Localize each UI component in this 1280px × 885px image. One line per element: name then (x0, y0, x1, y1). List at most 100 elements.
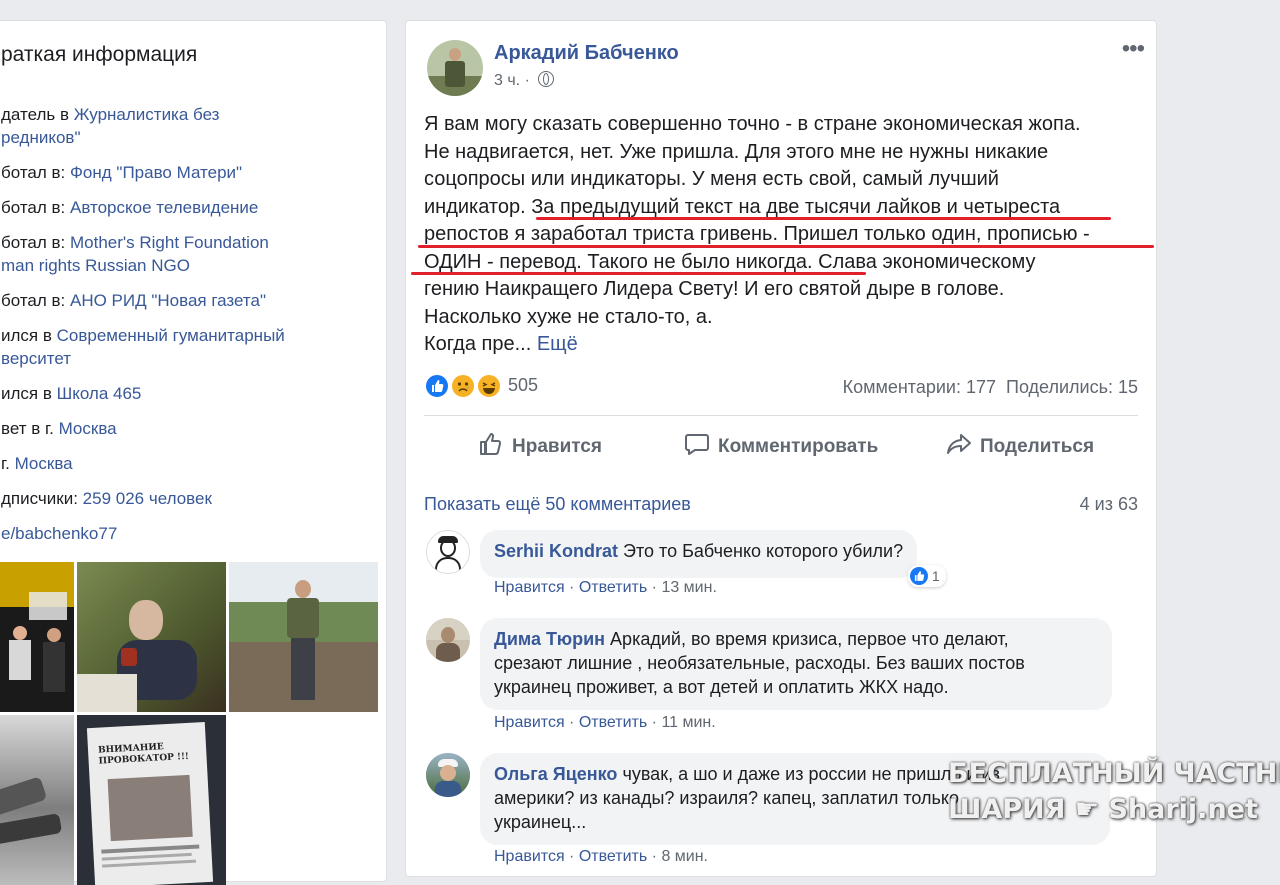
commenter-avatar[interactable] (426, 530, 470, 574)
comment-time[interactable]: 13 мин. (661, 579, 716, 596)
photo-painting-cloth (77, 674, 137, 712)
post-text-line: Насколько хуже не стало-то, а. (424, 305, 713, 328)
intro-row-label: датель в (1, 105, 74, 124)
shares-count-link[interactable]: Поделились: 15 (1006, 377, 1138, 397)
intro-row-study-2: ился в Школа 465 (1, 382, 141, 405)
comments-count-link[interactable]: Комментарии: 177 (843, 377, 996, 397)
more-options-icon[interactable]: ••• (1122, 35, 1145, 63)
comment-actions: Нравится · Ответить · 13 мин. (494, 579, 717, 597)
post-text-line: Не надвигается, нет. Уже пришла. Для это… (424, 140, 1049, 163)
comment-time[interactable]: 8 мин. (661, 848, 708, 865)
intro-link-journalism[interactable]: Журналистика без (74, 105, 220, 124)
comment-like-link[interactable]: Нравится (494, 579, 565, 596)
comment-button[interactable]: Комментировать (684, 431, 878, 458)
avatar-head (441, 627, 455, 643)
comment-like-link[interactable]: Нравится (494, 714, 565, 731)
comment-text: Аркадий, во время кризиса, первое что де… (605, 629, 1009, 649)
show-more-comments-link[interactable]: Показать ещё 50 комментариев (424, 494, 691, 515)
post-text: Я вам могу сказать совершенно точно - в … (424, 111, 1144, 359)
intro-link-journalism-cont[interactable]: редников" (1, 128, 81, 147)
post-truncated-text: Когда пре... (424, 333, 537, 355)
intro-row-founder: датель в Журналистика без редников" (1, 103, 219, 149)
post-card: Аркадий Бабченко 3 ч. · ••• Я вам могу с… (405, 20, 1157, 482)
avatar-body (435, 781, 461, 797)
intro-link-hometown[interactable]: Москва (15, 454, 73, 473)
commenter-name[interactable]: Serhii Kondrat (494, 541, 618, 561)
commenter-avatar[interactable] (426, 753, 470, 797)
intro-link-author-tv[interactable]: Авторское телевидение (70, 198, 258, 217)
intro-row-work-3: ботал в: Mother's Right Foundation man r… (1, 231, 269, 277)
comment-button-label: Комментировать (718, 436, 879, 457)
avatar-sketch-body (435, 557, 461, 573)
photo-thumbnail-1[interactable] (0, 562, 74, 712)
photo-thumbnail-5[interactable]: ВНИМАНИЕ ПРОВОКАТОР !!! (77, 715, 226, 885)
photo-thumbnail-2[interactable] (77, 562, 226, 712)
separator: · (647, 848, 662, 865)
intro-link-university-cont[interactable]: верситет (1, 349, 71, 368)
photo-painting-glass (121, 648, 137, 666)
comment-reply-link[interactable]: Ответить (579, 579, 647, 596)
comment-reaction-badge[interactable]: 1 (908, 565, 946, 587)
intro-link-website[interactable]: e/babchenko77 (1, 524, 117, 543)
photo-screen (29, 592, 67, 620)
post-meta: 3 ч. · (494, 71, 555, 90)
avatar-body (436, 643, 460, 662)
comment-line: украинец проживет, а вот детей и оплатит… (494, 677, 949, 697)
intro-row-label: ботал в: (1, 291, 70, 310)
post-text-line-last: Когда пре... Ещё (424, 331, 1144, 359)
annotation-underline (418, 245, 1154, 248)
commenter-name[interactable]: Ольга Яценко (494, 764, 617, 784)
photo-figure-head (13, 626, 27, 640)
author-avatar[interactable] (427, 40, 483, 96)
intro-row-work-1: ботал в: Фонд "Право Матери" (1, 161, 242, 184)
intro-link-mothers-right[interactable]: Mother's Right Foundation (70, 233, 269, 252)
share-button-label: Поделиться (980, 436, 1095, 457)
comment-reaction-count: 1 (931, 568, 940, 584)
intro-row-label: ился в (1, 326, 57, 345)
author-name[interactable]: Аркадий Бабченко (494, 42, 679, 65)
intro-link-university[interactable]: Современный гуманитарный (57, 326, 285, 345)
annotation-underline (536, 217, 1111, 220)
avatar-head (449, 48, 461, 61)
post-text-line: гению Наикращего Лидера Свету! И его свя… (424, 278, 1005, 300)
comment-text: чувак, а шо и даже из россии не пришло и… (617, 764, 1000, 784)
sad-reaction-icon (450, 373, 476, 399)
post-time[interactable]: 3 ч. · (494, 72, 534, 89)
avatar-vest (445, 61, 465, 87)
like-button[interactable]: Нравится (478, 431, 602, 458)
comment-time[interactable]: 11 мин. (661, 714, 715, 731)
commenter-name[interactable]: Дима Тюрин (494, 629, 605, 649)
watermark-line: ШАРИЯ ☛ Sharij.net (948, 792, 1258, 828)
separator: · (647, 579, 662, 596)
intro-link-novaya-gazeta[interactable]: АНО РИД "Новая газета" (70, 291, 266, 310)
see-more-link[interactable]: Ещё (537, 333, 578, 355)
like-reaction-icon (424, 373, 450, 399)
intro-title: раткая информация (1, 43, 198, 66)
separator: · (647, 714, 662, 731)
globe-icon[interactable] (538, 71, 555, 87)
comment-line: срезают лишние , необязательные, расходы… (494, 653, 1025, 673)
comment-like-link[interactable]: Нравится (494, 848, 565, 865)
comment-icon (685, 434, 709, 455)
intro-link-city[interactable]: Москва (59, 419, 117, 438)
intro-link-school[interactable]: Школа 465 (57, 384, 142, 403)
pointing-hand-icon: ☛ (1074, 794, 1100, 825)
comment-reply-link[interactable]: Ответить (579, 714, 647, 731)
photo-thumbnail-3[interactable] (229, 562, 378, 712)
photo-thumbnail-4[interactable] (0, 715, 74, 885)
share-button[interactable]: Поделиться (946, 431, 1094, 458)
comment-reply-link[interactable]: Ответить (579, 848, 647, 865)
photo-figure-body (9, 640, 31, 680)
share-icon (947, 434, 971, 454)
intro-link-mothers-right-cont[interactable]: man rights Russian NGO (1, 256, 190, 275)
intro-row-followers: дписчики: 259 026 человек (1, 487, 212, 510)
watermark-line: БЕСПЛАТНЫЙ ЧАСТНЫЙ (948, 758, 1280, 789)
intro-row-lives: вет в г. Москва (1, 417, 117, 440)
intro-link-followers[interactable]: 259 026 человек (83, 489, 212, 508)
commenter-avatar[interactable] (426, 618, 470, 662)
reactions-count: 505 (508, 375, 539, 395)
intro-link-fund[interactable]: Фонд "Право Матери" (70, 163, 242, 182)
photo-poster-header: ВНИМАНИЕ ПРОВОКАТОР !!! (97, 742, 190, 767)
intro-row-label: дписчики: (1, 489, 83, 508)
watermark: БЕСПЛАТНЫЙ ЧАСТНЫЙ ШАРИЯ ☛ Sharij.net (948, 756, 1280, 828)
